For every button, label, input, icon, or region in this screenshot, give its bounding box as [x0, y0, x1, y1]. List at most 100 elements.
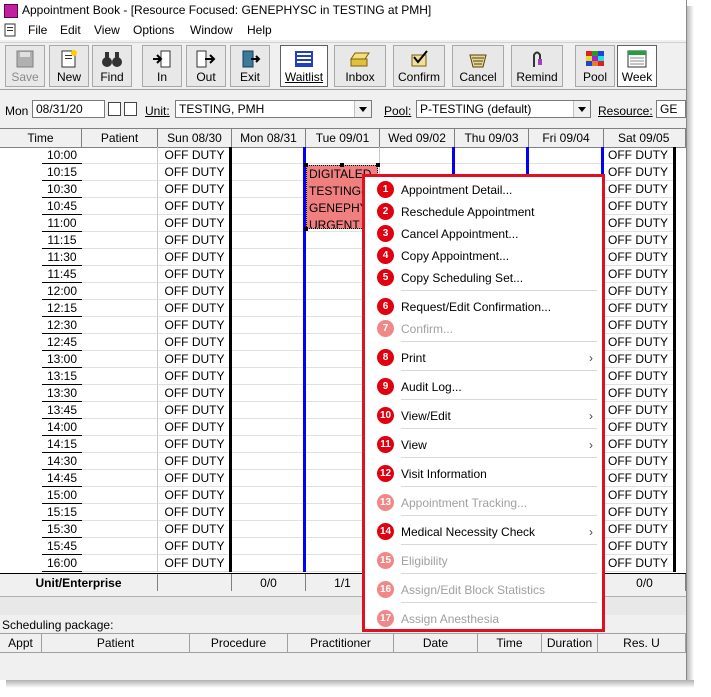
schedule-slot[interactable]	[82, 215, 158, 232]
pkg-col-appt[interactable]: Appt	[0, 634, 42, 652]
off-duty-cell[interactable]: OFF DUTY	[604, 283, 674, 300]
time-slot-label[interactable]: 11:00	[42, 215, 82, 232]
off-duty-cell[interactable]: OFF DUTY	[604, 402, 674, 419]
off-duty-cell[interactable]: OFF DUTY	[604, 368, 674, 385]
context-item-print[interactable]: 8 Print ›	[373, 348, 601, 368]
time-slot-label[interactable]: 14:15	[42, 436, 82, 453]
schedule-slot[interactable]	[82, 470, 158, 487]
context-item-cancel-appointment[interactable]: 3 Cancel Appointment...	[373, 224, 601, 244]
off-duty-cell[interactable]: OFF DUTY	[604, 181, 674, 198]
menu-view[interactable]: View	[94, 23, 120, 37]
schedule-slot[interactable]	[82, 198, 158, 215]
menu-help[interactable]: Help	[247, 23, 272, 37]
schedule-slot[interactable]	[232, 402, 306, 419]
off-duty-cell[interactable]: OFF DUTY	[158, 419, 232, 436]
off-duty-cell[interactable]: OFF DUTY	[604, 215, 674, 232]
off-duty-cell[interactable]: OFF DUTY	[158, 436, 232, 453]
time-slot-label[interactable]: 10:00	[42, 147, 82, 164]
schedule-slot[interactable]	[232, 453, 306, 470]
schedule-slot[interactable]	[82, 266, 158, 283]
context-item-copy-appointment[interactable]: 4 Copy Appointment...	[373, 246, 601, 266]
off-duty-cell[interactable]: OFF DUTY	[604, 164, 674, 181]
col-header-sun[interactable]: Sun 08/30	[158, 129, 232, 147]
schedule-slot[interactable]	[232, 419, 306, 436]
context-item-visit-information[interactable]: 12 Visit Information	[373, 464, 601, 484]
time-slot-label[interactable]: 10:45	[42, 198, 82, 215]
schedule-slot[interactable]	[232, 317, 306, 334]
schedule-slot[interactable]	[232, 232, 306, 249]
context-item-view-edit[interactable]: 10 View/Edit ›	[373, 406, 601, 426]
calendar-icon[interactable]	[108, 102, 121, 116]
col-header-time[interactable]: Time	[0, 129, 82, 147]
schedule-slot[interactable]	[82, 521, 158, 538]
col-header-mon[interactable]: Mon 08/31	[232, 129, 306, 147]
schedule-slot[interactable]	[82, 334, 158, 351]
schedule-slot[interactable]	[232, 436, 306, 453]
schedule-slot[interactable]	[82, 368, 158, 385]
context-item-medical-necessity-check[interactable]: 14 Medical Necessity Check ›	[373, 522, 601, 542]
off-duty-cell[interactable]: OFF DUTY	[604, 419, 674, 436]
schedule-slot[interactable]	[232, 300, 306, 317]
time-slot-label[interactable]: 12:45	[42, 334, 82, 351]
off-duty-cell[interactable]: OFF DUTY	[158, 283, 232, 300]
schedule-slot[interactable]	[306, 147, 380, 164]
schedule-slot[interactable]	[82, 147, 158, 164]
context-item-copy-scheduling-set[interactable]: 5 Copy Scheduling Set...	[373, 268, 601, 288]
chevron-down-icon[interactable]	[573, 101, 590, 117]
off-duty-cell[interactable]: OFF DUTY	[158, 487, 232, 504]
schedule-slot[interactable]	[232, 198, 306, 215]
time-slot-label[interactable]: 15:15	[42, 504, 82, 521]
schedule-slot[interactable]	[82, 181, 158, 198]
context-item-view[interactable]: 11 View ›	[373, 435, 601, 455]
time-slot-label[interactable]: 15:45	[42, 538, 82, 555]
schedule-slot[interactable]	[82, 351, 158, 368]
schedule-slot[interactable]	[232, 470, 306, 487]
schedule-slot[interactable]	[232, 521, 306, 538]
off-duty-cell[interactable]: OFF DUTY	[158, 181, 232, 198]
time-slot-label[interactable]: 11:15	[42, 232, 82, 249]
off-duty-cell[interactable]: OFF DUTY	[158, 317, 232, 334]
off-duty-cell[interactable]: OFF DUTY	[158, 266, 232, 283]
schedule-slot[interactable]	[232, 266, 306, 283]
find-button[interactable]: Find	[92, 45, 132, 87]
off-duty-cell[interactable]: OFF DUTY	[604, 470, 674, 487]
menu-edit[interactable]: Edit	[60, 23, 81, 37]
off-duty-cell[interactable]: OFF DUTY	[604, 385, 674, 402]
schedule-slot[interactable]	[82, 317, 158, 334]
resize-handle[interactable]	[304, 163, 308, 167]
schedule-slot[interactable]	[82, 249, 158, 266]
col-header-patient[interactable]: Patient	[82, 129, 158, 147]
off-duty-cell[interactable]: OFF DUTY	[158, 232, 232, 249]
off-duty-cell[interactable]: OFF DUTY	[158, 504, 232, 521]
off-duty-cell[interactable]: OFF DUTY	[158, 164, 232, 181]
off-duty-cell[interactable]: OFF DUTY	[604, 147, 674, 164]
time-slot-label[interactable]: 10:30	[42, 181, 82, 198]
schedule-slot[interactable]	[529, 147, 604, 164]
off-duty-cell[interactable]: OFF DUTY	[604, 487, 674, 504]
schedule-slot[interactable]	[232, 351, 306, 368]
pkg-col-time[interactable]: Time	[478, 634, 542, 652]
schedule-slot[interactable]	[232, 215, 306, 232]
menu-window[interactable]: Window	[190, 23, 233, 37]
off-duty-cell[interactable]: OFF DUTY	[158, 470, 232, 487]
off-duty-cell[interactable]: OFF DUTY	[158, 368, 232, 385]
schedule-slot[interactable]	[82, 164, 158, 181]
schedule-slot[interactable]	[232, 164, 306, 181]
off-duty-cell[interactable]: OFF DUTY	[604, 334, 674, 351]
schedule-slot[interactable]	[232, 283, 306, 300]
schedule-slot[interactable]	[82, 419, 158, 436]
schedule-slot[interactable]	[232, 385, 306, 402]
time-slot-label[interactable]: 15:30	[42, 521, 82, 538]
pkg-col-date[interactable]: Date	[394, 634, 478, 652]
schedule-slot[interactable]	[82, 385, 158, 402]
schedule-slot[interactable]	[455, 147, 529, 164]
schedule-slot[interactable]	[82, 453, 158, 470]
off-duty-cell[interactable]: OFF DUTY	[158, 538, 232, 555]
schedule-slot[interactable]	[82, 402, 158, 419]
time-slot-label[interactable]: 13:30	[42, 385, 82, 402]
check-out-button[interactable]: Out	[186, 45, 226, 87]
confirm-button[interactable]: Confirm	[393, 45, 445, 87]
off-duty-cell[interactable]: OFF DUTY	[604, 300, 674, 317]
pool-select[interactable]: P-TESTING (default)	[416, 100, 591, 118]
off-duty-cell[interactable]: OFF DUTY	[604, 555, 674, 572]
